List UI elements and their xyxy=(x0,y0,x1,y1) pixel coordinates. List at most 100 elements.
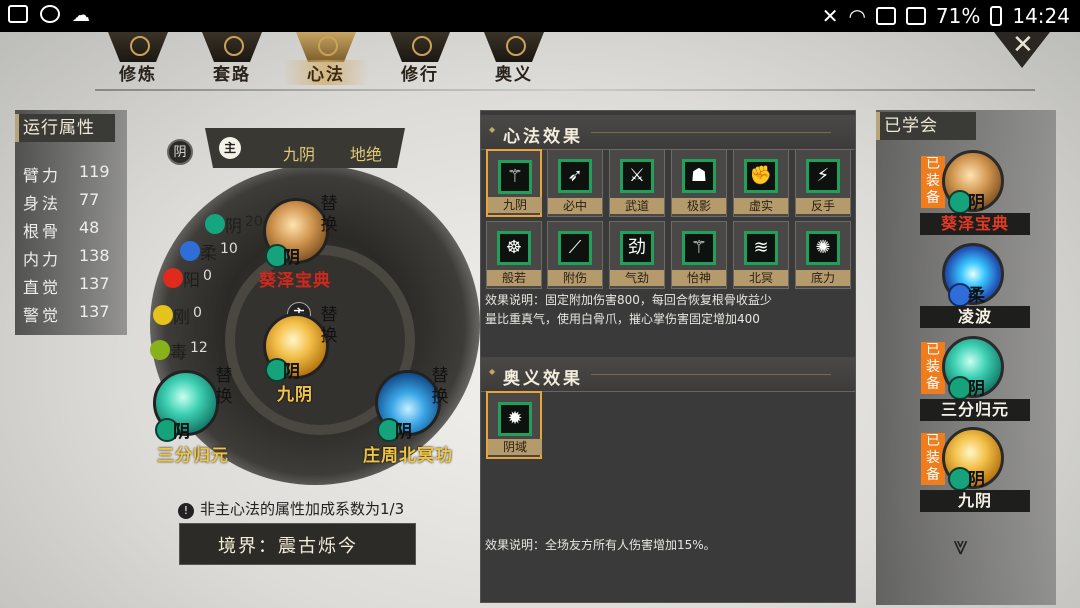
attribute-value: 138 xyxy=(79,246,110,265)
tab-emblem-icon xyxy=(202,32,262,62)
divider xyxy=(95,89,1035,91)
learned-item[interactable]: 已装备 阴 三分归元 xyxy=(906,336,1046,428)
element-name: 阴 xyxy=(225,217,242,237)
learned-skill-name: 凌波 xyxy=(920,306,1030,328)
effect-cell[interactable]: ≋ 北冥 xyxy=(733,221,789,289)
scroll-down-icon[interactable]: ⩔ xyxy=(953,531,968,562)
effect-label: 北冥 xyxy=(734,270,788,286)
learned-skill-name: 三分归元 xyxy=(920,399,1030,421)
element-name: 刚 xyxy=(173,308,190,328)
tab-label: 修行 xyxy=(401,65,439,85)
gallery-icon xyxy=(8,5,28,23)
learned-item[interactable]: 柔 凌波 xyxy=(906,243,1046,335)
effect-label: 底力 xyxy=(796,270,850,286)
skill-tag: 柔 xyxy=(968,286,985,306)
skill-tag: 阴 xyxy=(968,379,985,399)
yin-filter-badge[interactable]: 阴 xyxy=(167,139,193,165)
effect-cell[interactable]: ⚚ 九阴 xyxy=(486,149,542,217)
element-stat-gang: 刚 0 xyxy=(153,305,223,328)
effect-label: 气劲 xyxy=(610,270,664,286)
learned-skill-name: 葵泽宝典 xyxy=(920,213,1030,235)
effect-label: 怡神 xyxy=(672,270,726,286)
effect-cell[interactable]: ⚡ 反手 xyxy=(795,149,851,217)
swap-button[interactable]: 替换 xyxy=(429,366,451,408)
clock: 14:24 xyxy=(1012,4,1070,28)
effect-cell[interactable]: ✊ 虚实 xyxy=(733,149,789,217)
sword-icon: ⚔ xyxy=(620,159,654,193)
effect-cell[interactable]: ☸ 般若 xyxy=(486,221,542,289)
effect-cell[interactable]: ➶ 必中 xyxy=(547,149,603,217)
element-value: 0 xyxy=(193,305,202,321)
element-value: 0 xyxy=(203,268,212,284)
top-tab-bar: 修炼 套路 心法 修行 奥义 xyxy=(95,32,575,86)
close-icon: ✕ xyxy=(1012,30,1034,60)
effect-cell[interactable]: ☗ 极影 xyxy=(671,149,727,217)
attribute-name: 根骨 xyxy=(23,222,62,241)
effect-label: 九阴 xyxy=(488,197,542,213)
xinfa-description-line2: 量比重真气，使用白骨爪，摧心掌伤害固定增加400 xyxy=(485,312,760,326)
attribute-value: 119 xyxy=(79,162,110,181)
effect-cell[interactable]: ⚔ 武道 xyxy=(609,149,665,217)
tab-emblem-icon xyxy=(108,32,168,62)
attribute-name: 直觉 xyxy=(23,278,62,297)
skill-slot-tag: 阴 xyxy=(283,362,300,382)
skill-slot-name: 三分归元 xyxy=(157,446,229,466)
effect-cell[interactable]: ⟋ 附伤 xyxy=(547,221,603,289)
wifi-icon: ◠ xyxy=(848,4,866,28)
effect-label: 般若 xyxy=(487,270,541,286)
attribute-row: 身法 77 xyxy=(23,190,123,214)
effect-label: 反手 xyxy=(796,198,850,214)
attribute-name: 内力 xyxy=(23,250,62,269)
skill-slot-name: 葵泽宝典 xyxy=(259,271,331,291)
attribute-value: 77 xyxy=(79,190,100,209)
tab-emblem-icon xyxy=(390,32,450,62)
attribute-value: 137 xyxy=(79,302,110,321)
realm-tier: 地绝 xyxy=(350,145,383,164)
effects-panel: 心法效果 ⚚ 九阴 ➶ 必中 ⚔ 武道 ☗ 极影 ✊ 虚实 ⚡ 反手 ☸ 般若 ⟋ 附伤 劲气劲… xyxy=(480,110,856,603)
info-icon: ! xyxy=(178,503,194,519)
attribute-note: ! 非主心法的属性加成系数为1/3 xyxy=(178,498,404,519)
trident-icon: ⚚ xyxy=(498,160,532,194)
effect-cell[interactable]: ✹ 阴域 xyxy=(486,391,542,459)
attribute-row: 内力 138 xyxy=(23,246,123,270)
effect-label: 阴域 xyxy=(488,439,542,455)
section-title: 心法效果 xyxy=(503,127,583,147)
element-stat-rou: 柔 10 xyxy=(180,241,250,264)
element-name: 毒 xyxy=(170,343,187,363)
sync-icon xyxy=(40,5,60,23)
close-button[interactable]: ✕ xyxy=(994,32,1050,68)
effect-cell[interactable]: 劲气劲 xyxy=(609,221,665,289)
element-name: 柔 xyxy=(200,244,217,264)
learned-item[interactable]: 已装备 阴 九阴 xyxy=(906,427,1046,519)
element-value: 12 xyxy=(190,340,208,356)
tab-xiuxing[interactable]: 修行 xyxy=(377,32,463,85)
main-skill-name: 九阴 xyxy=(283,145,316,164)
bow-icon: ➶ xyxy=(558,159,592,193)
aoyi-effects-header: 奥义效果 xyxy=(481,357,855,392)
element-stat-yang: 阳 0 xyxy=(163,268,233,291)
tab-aoyi[interactable]: 奥义 xyxy=(471,32,557,85)
skill-tag: 阴 xyxy=(968,193,985,213)
attribute-row: 直觉 137 xyxy=(23,274,123,298)
tab-taolu[interactable]: 套路 xyxy=(189,32,275,85)
tab-xiulian[interactable]: 修炼 xyxy=(95,32,181,85)
skill-slot-tag: 阴 xyxy=(395,422,412,442)
monk-icon: ☸ xyxy=(497,231,531,265)
swap-button[interactable]: 替换 xyxy=(318,194,340,236)
effect-label: 必中 xyxy=(548,198,602,214)
attribute-row: 臂力 119 xyxy=(23,162,123,186)
swap-button[interactable]: 替换 xyxy=(318,305,340,347)
skill-slot-name: 庄周北冥功 xyxy=(363,446,453,466)
tab-label: 奥义 xyxy=(495,65,533,85)
effect-cell[interactable]: ⚚ 怡神 xyxy=(671,221,727,289)
tab-label: 修炼 xyxy=(119,65,157,85)
realm-label: 境界：震古烁今 xyxy=(218,536,358,557)
runner-icon: ⚡ xyxy=(806,159,840,193)
effect-cell[interactable]: ✺ 底力 xyxy=(795,221,851,289)
mute-icon: ✕ xyxy=(821,4,839,28)
aoyi-description: 效果说明：全场友方所有人伤害增加15%。 xyxy=(485,538,716,552)
swap-button[interactable]: 替换 xyxy=(213,366,235,408)
learned-item[interactable]: 已装备 阴 葵泽宝典 xyxy=(906,150,1046,242)
tab-xinfa[interactable]: 心法 xyxy=(283,32,369,85)
attribute-name: 警觉 xyxy=(23,306,62,325)
